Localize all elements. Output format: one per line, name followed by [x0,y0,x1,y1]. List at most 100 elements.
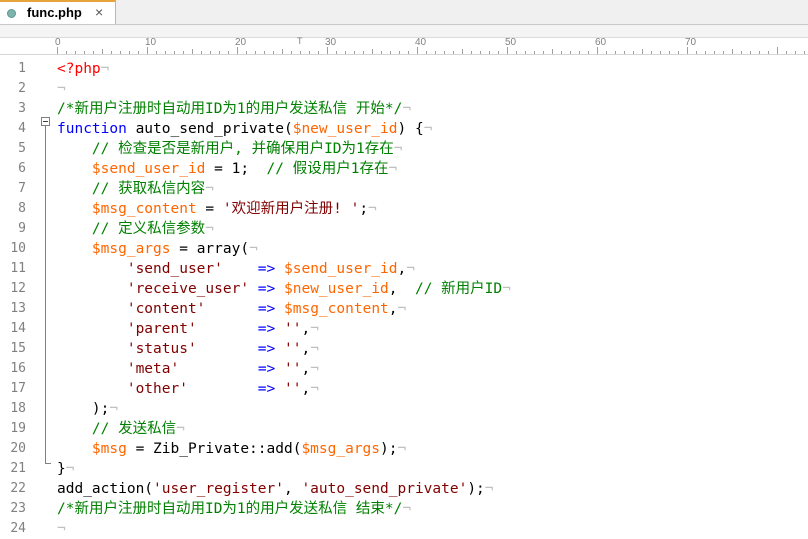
ruler-tick [732,49,733,54]
ruler-tick [309,51,310,54]
ruler-tick [93,51,94,54]
code-line[interactable]: $msg_content = '欢迎新用户注册! ';¬ [57,199,377,219]
ruler-tick [390,51,391,54]
code-token: => [257,301,276,317]
code-line[interactable]: }¬ [57,459,74,479]
code-line[interactable]: // 获取私信内容¬ [57,179,214,199]
fold-end-marker [45,463,51,464]
ruler-tick [597,47,598,54]
ruler-tick [570,51,571,54]
ruler-tick [354,51,355,54]
code-token: , [388,301,398,317]
code-line[interactable]: /*新用户注册时自动用ID为1的用户发送私信 开始*/¬ [57,99,411,119]
close-tab-icon[interactable]: × [95,4,103,20]
eol-marker: ¬ [310,321,319,337]
line-number: 1 [18,61,26,76]
code-line[interactable]: // 检查是否是新用户, 并确保用户ID为1存在¬ [57,139,403,159]
line-number: 7 [18,181,26,196]
code-token: $msg_args [301,441,381,457]
code-line[interactable]: $send_user_id = 1; // 假设用户1存在¬ [57,159,397,179]
line-number: 20 [10,441,26,456]
eol-marker: ¬ [205,181,214,197]
code-line[interactable]: 'other' => '',¬ [57,379,319,399]
ruler-tick [273,51,274,54]
code-token: , [283,481,302,497]
eol-marker: ¬ [205,221,214,237]
eol-marker: ¬ [249,241,258,257]
ruler-tick [795,51,796,54]
code-line[interactable]: );¬ [57,399,118,419]
code-line[interactable]: function auto_send_private($new_user_id)… [57,119,432,139]
code-token: $send_user_id [91,161,206,177]
code-token: '' [284,381,302,397]
code-line[interactable]: ¬ [57,519,66,539]
code-token: 'user_register' [153,481,284,497]
ruler-tick [363,51,364,54]
tab-func-php[interactable]: func.php × [0,0,116,24]
ruler-tick [57,47,58,54]
code-line[interactable]: add_action('user_register', 'auto_send_p… [57,479,494,499]
code-token: 'meta' [126,361,180,377]
line-number-gutter: 1 2 3 4 5 6 7 8 9 10 11 12 13 14 15 16 17 18 19 20 21 22 23 24 [0,55,38,536]
code-line[interactable]: <?php¬ [57,59,109,79]
code-line[interactable]: $msg_args = array(¬ [57,239,258,259]
code-line[interactable]: 'meta' => '',¬ [57,359,319,379]
fold-toggle-icon[interactable] [41,117,50,126]
code-line[interactable]: /*新用户注册时自动用ID为1的用户发送私信 结束*/¬ [57,499,411,519]
code-token: , [397,261,407,277]
code-line[interactable]: 'receive_user' => $new_user_id, // 新用户ID… [57,279,511,299]
ruler-tick [129,51,130,54]
code-line[interactable]: 'content' => $msg_content,¬ [57,299,406,319]
code-line[interactable]: 'parent' => '',¬ [57,319,319,339]
code-line[interactable]: $msg = Zib_Private::add($msg_args);¬ [57,439,406,459]
ruler-tick [201,51,202,54]
eol-marker: ¬ [393,141,403,157]
eol-marker: ¬ [388,161,398,177]
code-editor[interactable]: <?php¬ ¬/*新用户注册时自动用ID为1的用户发送私信 开始*/¬ funct… [57,55,808,537]
ruler-tick [147,47,148,54]
ruler-tick [714,51,715,54]
code-token: /*新用户注册时自动用ID为1的用户发送私信 结束*/ [57,501,403,517]
ruler-tick [291,51,292,54]
code-token: , [301,381,311,397]
ruler-tick [516,51,517,54]
code-token: = Zib_Private::add( [126,441,302,457]
code-token: $new_user_id [292,121,398,137]
ruler-tick [489,51,490,54]
ruler-tick [615,51,616,54]
ruler-tick [183,51,184,54]
tab-bar: func.php × [0,0,808,25]
eol-marker: ¬ [368,201,377,217]
ruler-tick [642,49,643,54]
ruler-tick [165,51,166,54]
ruler-tick [696,51,697,54]
code-line[interactable]: // 发送私信¬ [57,419,185,439]
eol-marker: ¬ [109,401,119,417]
code-line[interactable]: 'send_user' => $send_user_id,¬ [57,259,415,279]
code-line[interactable]: 'status' => '',¬ [57,339,319,359]
ruler-tick [264,51,265,54]
ruler-tick [723,51,724,54]
code-line[interactable]: // 定义私信参数¬ [57,219,214,239]
ruler-tick [75,51,76,54]
code-token: => [257,381,276,397]
line-number: 18 [10,401,26,416]
eol-marker: ¬ [397,441,407,457]
ruler-tick [111,51,112,54]
ruler-tick [156,51,157,54]
code-token: $send_user_id [284,261,398,277]
ruler-tick [624,51,625,54]
code-line[interactable]: ¬ [57,79,66,99]
line-number: 10 [10,241,26,256]
